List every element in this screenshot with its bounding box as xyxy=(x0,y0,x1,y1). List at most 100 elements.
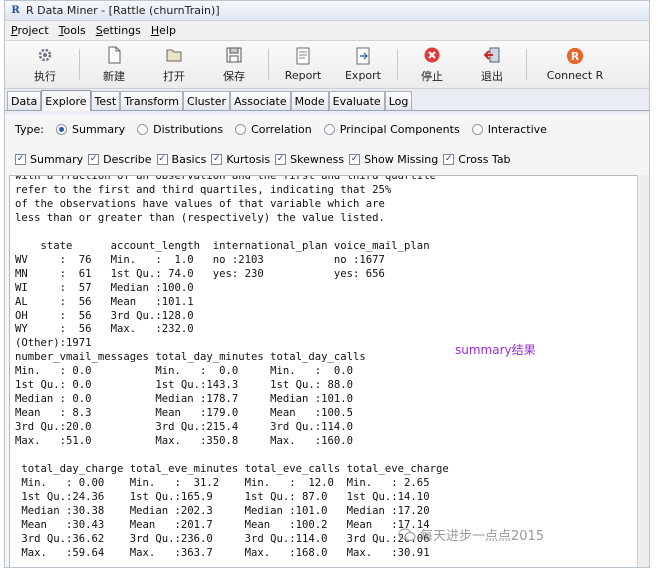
wechat-icon xyxy=(398,527,416,542)
stop-icon xyxy=(423,46,441,64)
stop-label: 停止 xyxy=(421,69,443,83)
new-label: 新建 xyxy=(103,69,125,83)
checkbox-checked: ✓ xyxy=(443,153,455,165)
new-button[interactable]: 新建 xyxy=(84,41,144,88)
watermark-text: 每天进步一点点2015 xyxy=(420,529,545,544)
radio-principal-components[interactable]: Principal Components xyxy=(323,122,460,136)
radio-correlation[interactable]: Correlation xyxy=(235,123,312,136)
menu-help-mnemonic: H xyxy=(150,24,160,37)
tab-data[interactable]: Data xyxy=(7,91,42,110)
export-icon xyxy=(354,47,372,65)
menu-settings[interactable]: Settings xyxy=(96,24,141,37)
tab-transform[interactable]: Transform xyxy=(120,91,183,110)
report-label: Report xyxy=(284,69,322,82)
save-button[interactable]: 保存 xyxy=(204,41,264,88)
quit-button[interactable]: 退出 xyxy=(462,41,522,88)
gears-icon xyxy=(36,46,54,64)
radio-interactive[interactable]: Interactive xyxy=(471,123,547,136)
menu-project-label: roject xyxy=(17,24,49,37)
radio-dot xyxy=(471,123,483,135)
check-label: Kurtosis xyxy=(226,152,271,166)
svg-text:R: R xyxy=(571,50,580,63)
tab-cluster[interactable]: Cluster xyxy=(182,91,230,110)
output-scrollbar[interactable] xyxy=(637,175,649,567)
type-row: Type: Summary Distributions Correlation … xyxy=(5,114,649,144)
check-skewness[interactable]: ✓ Skewness xyxy=(275,153,344,166)
check-basics[interactable]: ✓ Basics xyxy=(156,152,207,166)
toolbar-separator xyxy=(397,49,398,80)
checkbox-checked: ✓ xyxy=(15,153,26,165)
export-button[interactable]: Export xyxy=(333,41,393,88)
tab-strip: Data Explore Test Transform Cluster Asso… xyxy=(5,89,649,111)
menu-help-label: elp xyxy=(159,24,176,37)
check-label: Summary xyxy=(30,152,84,166)
radio-label: Principal Components xyxy=(339,122,460,136)
radio-dot xyxy=(323,123,335,135)
quit-label: 退出 xyxy=(481,69,503,83)
check-summary[interactable]: ✓ Summary xyxy=(15,153,83,166)
open-label: 打开 xyxy=(163,69,185,83)
check-label: Skewness xyxy=(290,152,345,166)
tab-model[interactable]: Mode xyxy=(290,91,329,110)
checkbox-checked: ✓ xyxy=(156,153,168,165)
radio-dot xyxy=(55,123,67,135)
window-title: R Data Miner - [Rattle (churnTrain)] xyxy=(26,4,220,17)
radio-distributions[interactable]: Distributions xyxy=(137,123,223,136)
radio-dot xyxy=(235,123,247,135)
tab-explore[interactable]: Explore xyxy=(41,90,91,111)
toolbar: 执行 新建 打开 保存 Report Export 停止 退出 R Connec… xyxy=(5,41,649,89)
summary-annotation: summary结果 xyxy=(455,343,536,357)
menu-settings-mnemonic: S xyxy=(95,24,103,37)
report-icon xyxy=(294,47,312,65)
quit-icon xyxy=(483,46,501,64)
execute-label: 执行 xyxy=(34,69,56,83)
wechat-watermark: 每天进步一点点2015 xyxy=(398,525,544,544)
check-cross-tab[interactable]: ✓ Cross Tab xyxy=(443,152,511,166)
toolbar-separator xyxy=(79,49,80,80)
radio-label: Summary xyxy=(71,122,126,136)
save-label: 保存 xyxy=(223,69,245,83)
options-row: ✓ Summary ✓ Describe ✓ Basics ✓ Kurtosis ✓ Sk… xyxy=(5,144,649,174)
toolbar-separator xyxy=(526,49,527,80)
menu-bar: Project Tools Settings Help xyxy=(5,21,649,41)
export-label: Export xyxy=(344,69,381,82)
explore-panel: Type: Summary Distributions Correlation … xyxy=(5,114,649,567)
radio-label: Distributions xyxy=(153,122,224,136)
check-label: Describe xyxy=(103,152,152,166)
new-file-icon xyxy=(105,46,123,64)
report-button[interactable]: Report xyxy=(273,41,333,88)
r-logo-icon: R xyxy=(566,47,584,65)
radio-dot xyxy=(137,123,149,135)
check-label: Basics xyxy=(171,152,207,166)
summary-output-text: with a fraction of an observation and th… xyxy=(15,175,449,559)
rattle-window: R R Data Miner - [Rattle (churnTrain)] P… xyxy=(4,0,650,568)
check-label: Show Missing xyxy=(364,152,439,166)
check-describe[interactable]: ✓ Describe xyxy=(88,152,152,166)
open-button[interactable]: 打开 xyxy=(144,41,204,88)
tab-evaluate[interactable]: Evaluate xyxy=(328,91,385,110)
r-app-icon: R xyxy=(11,5,20,16)
connect-r-label: Connect R xyxy=(546,69,604,82)
connect-r-button[interactable]: R Connect R xyxy=(531,41,619,88)
title-bar: R R Data Miner - [Rattle (churnTrain)] xyxy=(5,1,649,21)
check-show-missing[interactable]: ✓ Show Missing xyxy=(349,153,438,166)
radio-summary[interactable]: Summary xyxy=(55,122,126,136)
tab-log[interactable]: Log xyxy=(384,91,413,110)
menu-help[interactable]: Help xyxy=(151,24,176,37)
save-disk-icon xyxy=(225,46,243,64)
execute-button[interactable]: 执行 xyxy=(15,41,75,88)
stop-button[interactable]: 停止 xyxy=(402,41,462,88)
checkbox-checked: ✓ xyxy=(349,153,361,165)
tab-test[interactable]: Test xyxy=(90,91,121,110)
menu-tools[interactable]: Tools xyxy=(59,24,86,37)
check-kurtosis[interactable]: ✓ Kurtosis xyxy=(211,153,270,166)
toolbar-separator xyxy=(268,49,269,80)
checkbox-checked: ✓ xyxy=(88,153,100,165)
summary-output-textview[interactable]: with a fraction of an observation and th… xyxy=(9,175,637,567)
menu-tools-label: ools xyxy=(63,24,86,37)
radio-label: Correlation xyxy=(251,122,312,136)
check-label: Cross Tab xyxy=(458,152,511,166)
tab-associate[interactable]: Associate xyxy=(229,91,291,110)
open-folder-icon xyxy=(165,46,183,64)
menu-project[interactable]: Project xyxy=(11,24,49,37)
